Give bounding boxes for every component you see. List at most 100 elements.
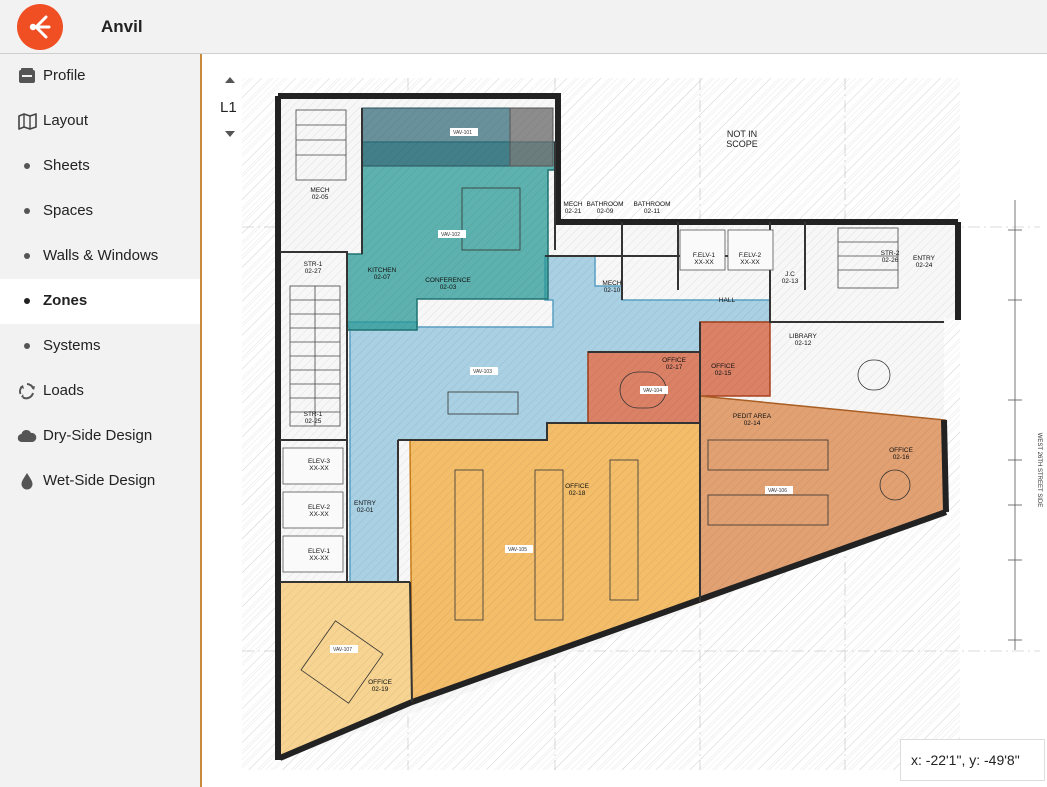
svg-text:ELEV-2: ELEV-2: [308, 504, 330, 511]
vav-tag: VAV-106: [768, 488, 787, 494]
svg-text:STR-2: STR-2: [881, 250, 900, 257]
sidebar-item-label: Wet-Side Design: [43, 472, 156, 489]
zone-mech[interactable]: [509, 107, 554, 167]
svg-text:02-09: 02-09: [597, 208, 614, 215]
svg-text:HALL: HALL: [719, 297, 736, 304]
recycle-icon: [17, 381, 37, 401]
dot-icon: [17, 291, 37, 311]
dot-icon: [17, 246, 37, 266]
floor-down-arrow-icon[interactable]: [223, 128, 237, 140]
svg-text:XX-XX: XX-XX: [309, 555, 329, 562]
sidebar: Profile Layout Sheets Spaces Walls & Win…: [0, 54, 200, 787]
sidebar-item-label: Zones: [43, 292, 88, 309]
app-title: Anvil: [101, 17, 143, 36]
svg-text:02-11: 02-11: [644, 208, 661, 215]
dot-icon: [17, 336, 37, 356]
svg-text:OFFICE: OFFICE: [662, 357, 686, 364]
svg-text:OFFICE: OFFICE: [368, 679, 392, 686]
floor-plan-canvas[interactable]: WEST 26TH STREET SIDE VAV-101 VAV-102 VA…: [202, 54, 1047, 787]
profile-icon: [17, 66, 37, 86]
sidebar-item-spaces[interactable]: Spaces: [0, 189, 200, 234]
svg-text:02-13: 02-13: [782, 278, 799, 285]
top-bar: Anvil: [0, 0, 1047, 54]
vav-tag: VAV-105: [508, 547, 527, 553]
vav-tag: VAV-104: [643, 388, 662, 394]
svg-text:02-01: 02-01: [357, 507, 374, 514]
svg-text:XX-XX: XX-XX: [740, 259, 760, 266]
not-in-scope-label: NOT IN: [727, 129, 757, 139]
svg-text:F.ELV-1: F.ELV-1: [693, 252, 716, 259]
svg-text:BATHROOM: BATHROOM: [586, 201, 623, 208]
anvil-logo[interactable]: [17, 4, 63, 50]
svg-text:MECH: MECH: [310, 187, 329, 194]
svg-text:ELEV-1: ELEV-1: [308, 548, 330, 555]
svg-text:ELEV-3: ELEV-3: [308, 458, 330, 465]
sidebar-item-label: Spaces: [43, 202, 94, 219]
sidebar-item-loads[interactable]: Loads: [0, 369, 200, 414]
svg-text:02-15: 02-15: [715, 370, 732, 377]
svg-text:02-14: 02-14: [744, 420, 761, 427]
sidebar-item-label: Walls & Windows: [43, 247, 159, 264]
svg-text:02-25: 02-25: [305, 418, 322, 425]
svg-text:KITCHEN: KITCHEN: [368, 267, 397, 274]
not-in-scope-label: SCOPE: [726, 139, 758, 149]
vav-tag: VAV-101: [453, 130, 472, 136]
svg-text:CONFERENCE: CONFERENCE: [425, 277, 471, 284]
street-label: WEST 26TH STREET SIDE: [1036, 433, 1042, 507]
svg-text:XX-XX: XX-XX: [309, 465, 329, 472]
svg-text:02-21: 02-21: [565, 208, 582, 215]
svg-text:02-19: 02-19: [372, 686, 389, 693]
svg-text:MECH: MECH: [563, 201, 582, 208]
floor-level-label: L1: [220, 99, 237, 116]
sidebar-item-label: Sheets: [43, 157, 90, 174]
svg-text:LIBRARY: LIBRARY: [789, 333, 817, 340]
svg-text:02-27: 02-27: [305, 268, 322, 275]
svg-text:STR-1: STR-1: [304, 261, 323, 268]
zone-north[interactable]: [361, 107, 511, 167]
sidebar-item-systems[interactable]: Systems: [0, 324, 200, 369]
svg-text:02-12: 02-12: [795, 340, 812, 347]
svg-text:02-07: 02-07: [374, 274, 391, 281]
svg-text:ENTRY: ENTRY: [913, 255, 936, 262]
svg-text:02-24: 02-24: [916, 262, 933, 269]
svg-text:BATHROOM: BATHROOM: [633, 201, 670, 208]
svg-text:ENTRY: ENTRY: [354, 500, 377, 507]
dot-icon: [17, 201, 37, 221]
sidebar-item-sheets[interactable]: Sheets: [0, 144, 200, 189]
floor-up-arrow-icon[interactable]: [223, 74, 237, 86]
svg-text:F.ELV-2: F.ELV-2: [739, 252, 762, 259]
sidebar-item-zones[interactable]: Zones: [0, 279, 200, 324]
svg-text:OFFICE: OFFICE: [565, 483, 589, 490]
sidebar-item-label: Layout: [43, 112, 89, 129]
svg-text:J.C: J.C: [785, 271, 795, 278]
floor-plan[interactable]: WEST 26TH STREET SIDE VAV-101 VAV-102 VA…: [202, 54, 1047, 787]
svg-text:XX-XX: XX-XX: [694, 259, 714, 266]
svg-text:02-05: 02-05: [312, 194, 329, 201]
sidebar-item-layout[interactable]: Layout: [0, 99, 200, 144]
svg-text:02-16: 02-16: [893, 454, 910, 461]
sidebar-item-label: Profile: [43, 67, 86, 84]
svg-text:02-03: 02-03: [440, 284, 457, 291]
dimension-strings: [1008, 200, 1022, 650]
svg-text:STR-1: STR-1: [304, 411, 323, 418]
cloud-icon: [17, 426, 37, 446]
vav-tag: VAV-102: [441, 232, 460, 238]
sidebar-item-profile[interactable]: Profile: [0, 54, 200, 99]
sidebar-item-label: Loads: [43, 382, 84, 399]
logo-icon: [29, 15, 51, 39]
sidebar-item-walls-windows[interactable]: Walls & Windows: [0, 234, 200, 279]
svg-text:OFFICE: OFFICE: [711, 363, 735, 370]
sidebar-item-dry-side-design[interactable]: Dry-Side Design: [0, 414, 200, 459]
zone-office-02-15[interactable]: [699, 321, 771, 397]
drop-icon: [17, 471, 37, 491]
svg-text:02-17: 02-17: [666, 364, 683, 371]
sidebar-item-wet-side-design[interactable]: Wet-Side Design: [0, 459, 200, 504]
svg-text:02-18: 02-18: [569, 490, 586, 497]
sidebar-item-label: Systems: [43, 337, 101, 354]
svg-text:XX-XX: XX-XX: [309, 511, 329, 518]
svg-text:02-10: 02-10: [604, 287, 621, 294]
map-icon: [17, 111, 37, 131]
vav-tag: VAV-103: [473, 369, 492, 375]
svg-text:PEDIT AREA: PEDIT AREA: [733, 413, 772, 420]
cursor-coordinates: x: -22'1", y: -49'8": [900, 739, 1045, 781]
